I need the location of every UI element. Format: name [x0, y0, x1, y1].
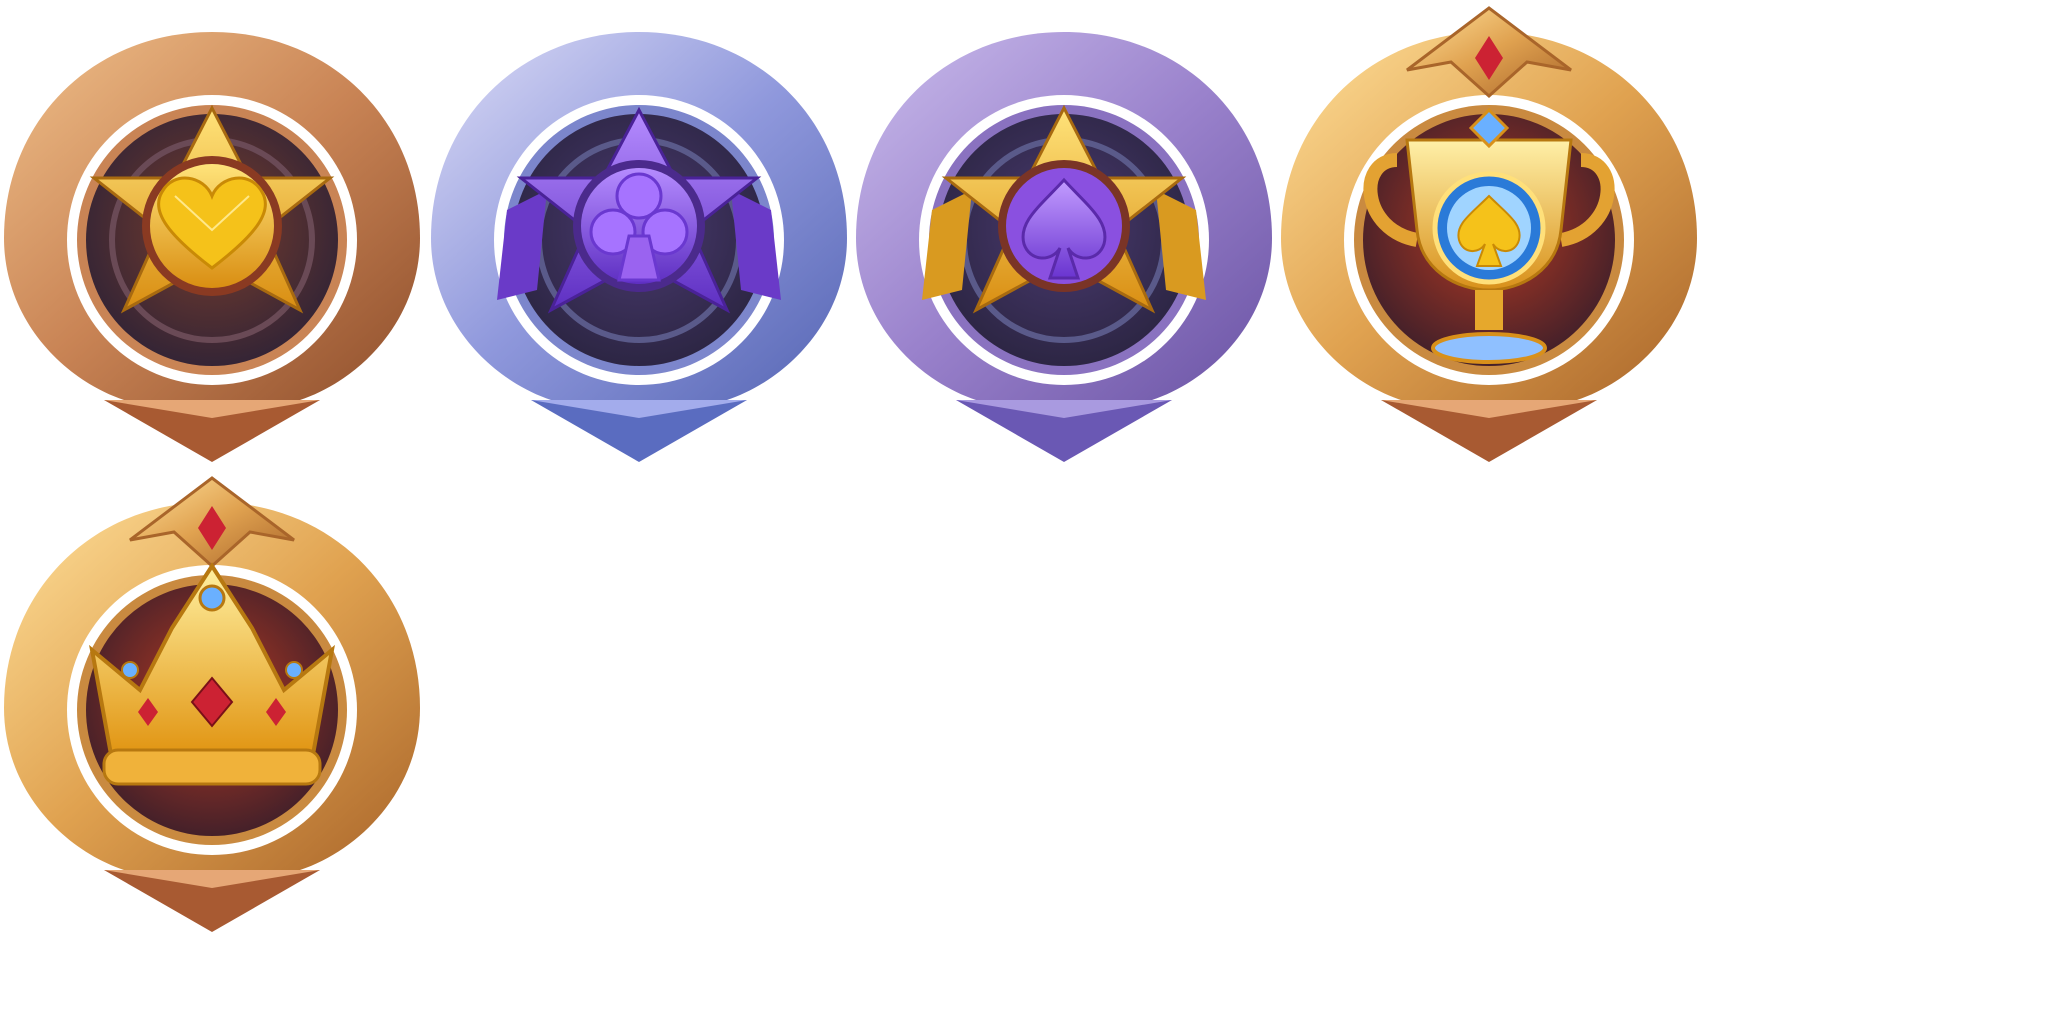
badge-pennant [104, 400, 320, 462]
badge-pennant [104, 870, 320, 932]
rank-badge-lavender-spade[interactable] [852, 0, 1276, 470]
rank-badge-gold-crown[interactable] [0, 470, 424, 940]
rank-badge-gold-trophy[interactable] [1277, 0, 1701, 470]
rank-badge-blue-club[interactable] [427, 0, 851, 470]
badge-pennant [1381, 400, 1597, 462]
badge-pennant [956, 400, 1172, 462]
badge-pennant [531, 400, 747, 462]
rank-badge-bronze-heart[interactable] [0, 0, 424, 470]
